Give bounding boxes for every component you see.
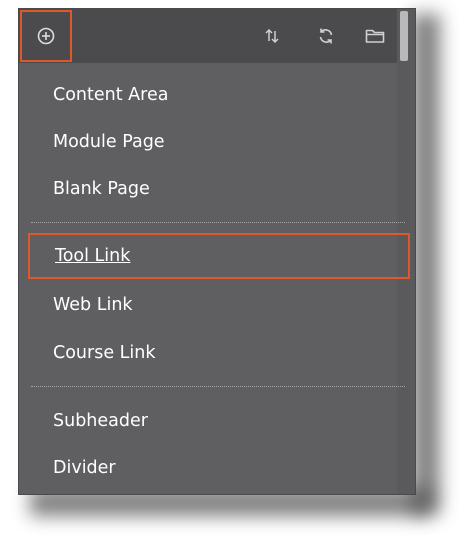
refresh-icon bbox=[319, 28, 333, 44]
panel-shadow-right bbox=[412, 14, 440, 514]
screenshot-stage: Content Area Module Page Blank Page Tool… bbox=[0, 0, 467, 537]
menu-item-course-link[interactable]: Course Link bbox=[19, 330, 397, 376]
folder-view-button[interactable] bbox=[357, 9, 393, 63]
menu-divider bbox=[31, 386, 405, 387]
sort-arrows-icon bbox=[265, 28, 279, 44]
course-menu-toolbar bbox=[19, 9, 397, 63]
refresh-button[interactable] bbox=[309, 9, 343, 63]
course-menu-panel: Content Area Module Page Blank Page Tool… bbox=[18, 8, 416, 495]
menu-item-divider[interactable]: Divider bbox=[19, 445, 397, 491]
reorder-button[interactable] bbox=[255, 9, 289, 63]
scrollbar-thumb[interactable] bbox=[400, 11, 408, 61]
menu-item-web-link[interactable]: Web Link bbox=[19, 282, 397, 328]
menu-divider bbox=[31, 222, 405, 223]
menu-item-blank-page[interactable]: Blank Page bbox=[19, 166, 397, 212]
menu-item-subheader[interactable]: Subheader bbox=[19, 398, 397, 444]
menu-item-tool-link[interactable]: Tool Link bbox=[28, 233, 410, 279]
add-menu-item-button[interactable] bbox=[20, 10, 72, 62]
menu-item-content-area[interactable]: Content Area bbox=[19, 72, 397, 118]
menu-item-module-page[interactable]: Module Page bbox=[19, 119, 397, 165]
folder-icon bbox=[365, 29, 385, 43]
plus-circle-icon bbox=[37, 27, 55, 45]
